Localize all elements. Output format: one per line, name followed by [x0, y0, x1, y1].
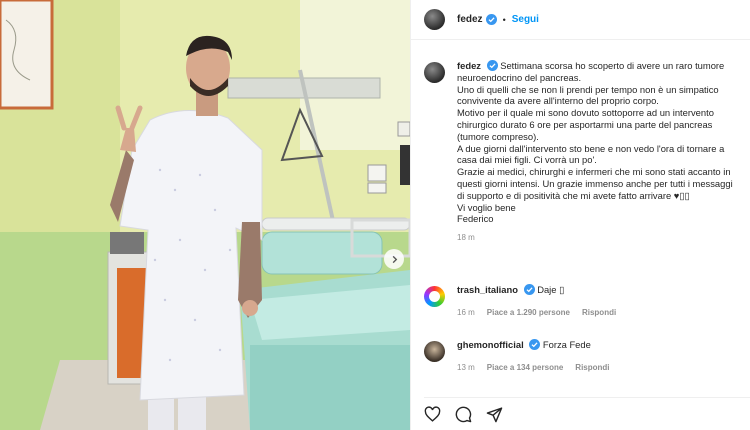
comment-username[interactable]: ghemonofficial [457, 339, 524, 350]
carousel-next-button[interactable] [384, 249, 404, 269]
comment-meta: 13 m Piace a 134 persone Rispondi [457, 362, 610, 374]
caption-content: fedez Settimana scorsa ho scoperto di av… [457, 60, 750, 225]
comment-icon [455, 406, 472, 423]
comment-button[interactable] [455, 406, 472, 423]
share-button[interactable] [486, 406, 503, 423]
comment-text: Forza Fede [542, 339, 591, 350]
comment-likes[interactable]: Piace a 1.290 persone [487, 307, 570, 319]
caption-meta: 18 m [457, 232, 750, 244]
caption-timestamp[interactable]: 18 m [457, 232, 475, 244]
comment-meta: 16 m Piace a 1.290 persone Rispondi [457, 307, 616, 319]
like-button[interactable] [424, 406, 441, 423]
comment-likes[interactable]: Piace a 134 persone [487, 362, 564, 374]
comment-content: trash_italiano Daje ▯ [457, 284, 616, 296]
separator-dot: • [502, 14, 506, 25]
post-photo [0, 0, 410, 430]
comment-item: ghemonofficial Forza Fede 13 m Piace a 1… [424, 339, 610, 374]
post-header: fedez • Segui [411, 0, 750, 40]
comment-timestamp[interactable]: 13 m [457, 362, 475, 374]
chevron-right-icon [392, 255, 397, 263]
commenter-avatar[interactable] [424, 286, 445, 307]
author-username[interactable]: fedez [457, 14, 483, 25]
verified-badge-icon [485, 14, 497, 25]
reply-button[interactable]: Rispondi [575, 362, 609, 374]
verified-badge-icon [529, 339, 541, 350]
comment-item: trash_italiano Daje ▯ 16 m Piace a 1.290… [424, 284, 616, 319]
verified-badge-icon [523, 284, 535, 295]
comment-text: Daje ▯ [537, 284, 565, 295]
caption-avatar[interactable] [424, 62, 445, 83]
caption-username[interactable]: fedez [457, 60, 481, 71]
post-side-panel: fedez • Segui fedez Settimana scorsa ho … [410, 0, 750, 430]
hospital-room-photo [0, 0, 410, 430]
verified-badge-icon [486, 60, 498, 71]
share-icon [486, 407, 503, 423]
author-avatar[interactable] [424, 9, 445, 30]
follow-button[interactable]: Segui [512, 14, 539, 25]
post-caption: fedez Settimana scorsa ho scoperto di av… [424, 60, 750, 244]
commenter-avatar[interactable] [424, 341, 445, 362]
caption-text: Settimana scorsa ho scoperto di avere un… [457, 60, 733, 225]
post-action-bar [424, 397, 750, 427]
reply-button[interactable]: Rispondi [582, 307, 616, 319]
comment-content: ghemonofficial Forza Fede [457, 339, 610, 351]
comment-username[interactable]: trash_italiano [457, 284, 518, 295]
heart-icon [424, 406, 441, 422]
comment-timestamp[interactable]: 16 m [457, 307, 475, 319]
